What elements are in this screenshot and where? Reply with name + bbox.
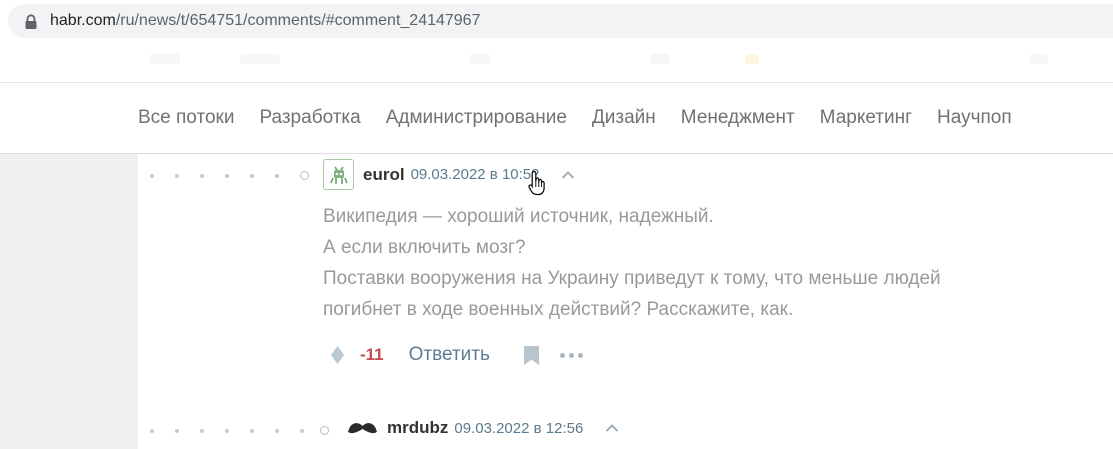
thread-depth-indicator — [150, 171, 309, 180]
nav-item-popsci[interactable]: Научпоп — [937, 107, 1012, 129]
comment-body: Википедия — хороший источник, надежный. … — [323, 201, 941, 325]
comment-line: Википедия — хороший источник, надежный. — [323, 206, 714, 227]
nav-item-management[interactable]: Менеджмент — [681, 107, 795, 129]
comment-score: -11 — [360, 345, 384, 364]
habr-nav-bar: Все потоки Разработка Администрирование … — [0, 82, 1113, 154]
more-dot — [568, 352, 574, 358]
thread-dot — [150, 428, 154, 433]
more-options-icon[interactable] — [559, 352, 583, 358]
thread-dot — [175, 428, 179, 433]
nav-item-development[interactable]: Разработка — [259, 107, 360, 129]
thread-dot — [275, 173, 279, 178]
thread-dot — [225, 173, 229, 178]
thread-dot — [225, 428, 229, 433]
comment-author[interactable]: mrdubz — [387, 418, 448, 438]
address-bar[interactable]: habr.com/ru/news/t/654751/comments/#comm… — [8, 4, 1113, 38]
nav-item-administration[interactable]: Администрирование — [386, 107, 567, 129]
comment-header: mrdubz 09.03.2022 в 12:56 — [347, 418, 619, 438]
url-path: /ru/news/t/654751/comments/#comment_2414… — [115, 12, 481, 29]
browser-chrome: habr.com/ru/news/t/654751/comments/#comm… — [0, 0, 1113, 82]
thread-dot — [275, 428, 279, 433]
comment-actions: -11 Ответить — [330, 344, 583, 366]
mustache-avatar-icon[interactable] — [347, 421, 378, 435]
url-host: habr.com — [50, 12, 116, 29]
chevron-up-icon[interactable] — [561, 170, 575, 180]
thread-dot — [300, 428, 304, 433]
more-dot — [577, 352, 583, 358]
thread-dot — [200, 428, 204, 433]
thread-dot — [250, 428, 254, 433]
url-text[interactable]: habr.com/ru/news/t/654751/comments/#comm… — [50, 12, 480, 30]
nav-item-all-streams[interactable]: Все потоки — [138, 107, 234, 129]
left-gutter — [0, 154, 138, 449]
thread-depth-indicator — [150, 426, 329, 435]
lock-icon — [25, 14, 37, 29]
nav-items: Все потоки Разработка Администрирование … — [138, 107, 1037, 129]
comment-line: Поставки вооружения на Украину приведут … — [323, 268, 941, 289]
comment-date[interactable]: 09.03.2022 в 10:52 — [411, 166, 540, 183]
more-dot — [559, 352, 565, 358]
comment-date[interactable]: 09.03.2022 в 12:56 — [454, 420, 583, 437]
hand-cursor-icon — [528, 170, 545, 196]
thread-dot — [150, 173, 154, 178]
comment-line: погибнет в ходе военных действий? Расска… — [323, 299, 794, 320]
thread-dot — [200, 173, 204, 178]
nav-item-design[interactable]: Дизайн — [592, 107, 656, 129]
nav-item-marketing[interactable]: Маркетинг — [820, 107, 912, 129]
comment-line: А если включить мозг? — [323, 237, 526, 258]
thread-dot — [250, 173, 254, 178]
thread-ring — [320, 426, 329, 435]
vote-icon[interactable] — [330, 345, 345, 365]
bookmarks-bar — [0, 44, 1113, 80]
bookmark-icon[interactable] — [523, 345, 540, 366]
comment-author[interactable]: eurol — [363, 165, 405, 185]
chevron-up-icon[interactable] — [605, 423, 619, 433]
thread-ring — [300, 171, 309, 180]
robot-avatar-icon[interactable] — [323, 159, 354, 190]
thread-dot — [175, 173, 179, 178]
reply-button[interactable]: Ответить — [409, 344, 490, 366]
